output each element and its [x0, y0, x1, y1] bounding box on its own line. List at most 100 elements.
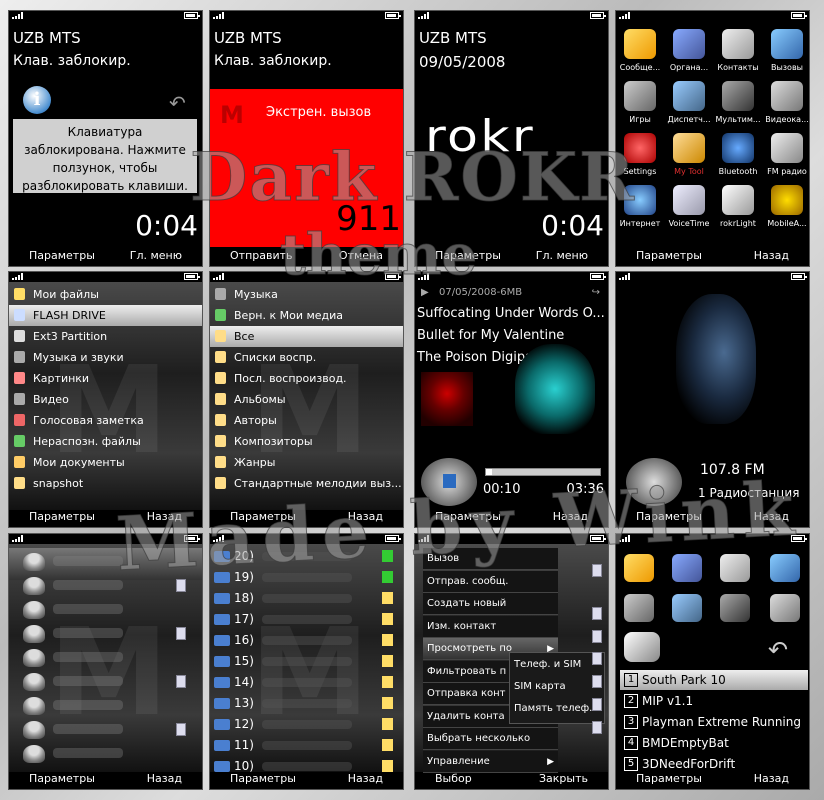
- submenu-item[interactable]: Память телеф.: [511, 698, 601, 720]
- call-row[interactable]: 13): [210, 693, 403, 714]
- status-bar: [9, 11, 202, 20]
- blurred-call-name: [262, 678, 352, 687]
- left-softkey[interactable]: Параметры: [230, 507, 296, 527]
- app-item[interactable]: Органа...: [665, 29, 713, 81]
- call-row[interactable]: 20): [210, 546, 403, 567]
- right-softkey[interactable]: Назад: [147, 507, 182, 527]
- contact-row[interactable]: [9, 550, 202, 574]
- music-list-item[interactable]: Все: [210, 326, 403, 347]
- right-softkey[interactable]: Назад: [553, 507, 588, 527]
- left-softkey[interactable]: Параметры: [435, 507, 501, 527]
- folder-icon: [215, 330, 226, 342]
- app-item[interactable]: FM радио: [763, 133, 809, 185]
- left-softkey[interactable]: Выбор: [435, 769, 472, 789]
- contact-row[interactable]: [9, 598, 202, 622]
- app-item[interactable]: Интернет: [616, 185, 664, 237]
- game-list-item[interactable]: 4 BMDEmptyBat: [620, 733, 808, 753]
- left-softkey[interactable]: Параметры: [636, 769, 702, 789]
- contact-row[interactable]: [9, 718, 202, 742]
- left-softkey[interactable]: Параметры: [435, 246, 501, 266]
- file-list-item[interactable]: Видео: [9, 389, 202, 410]
- contact-row[interactable]: [9, 646, 202, 670]
- call-row[interactable]: 18): [210, 588, 403, 609]
- options-menu-item[interactable]: Вызов: [423, 548, 558, 570]
- music-list-item[interactable]: Посл. воспроизвод.: [210, 368, 403, 389]
- file-list-item[interactable]: Мои файлы: [9, 284, 202, 305]
- submenu-item[interactable]: SIM карта: [511, 676, 601, 698]
- right-softkey[interactable]: Гл. меню: [536, 246, 588, 266]
- right-softkey[interactable]: Назад: [754, 769, 789, 789]
- call-row[interactable]: 11): [210, 735, 403, 756]
- contact-row[interactable]: [9, 622, 202, 646]
- music-list-item[interactable]: Альбомы: [210, 389, 403, 410]
- right-softkey[interactable]: Назад: [348, 769, 383, 789]
- left-softkey[interactable]: Параметры: [230, 769, 296, 789]
- music-list-item[interactable]: Авторы: [210, 410, 403, 431]
- contact-row[interactable]: [9, 694, 202, 718]
- app-item[interactable]: Мультим...: [714, 81, 762, 133]
- app-item[interactable]: Контакты: [714, 29, 762, 81]
- file-list-item[interactable]: snapshot: [9, 473, 202, 494]
- call-row[interactable]: 19): [210, 567, 403, 588]
- game-list-item[interactable]: 1 South Park 10: [620, 670, 808, 690]
- left-softkey[interactable]: Параметры: [29, 246, 95, 266]
- app-item[interactable]: VoiceTime: [665, 185, 713, 237]
- file-list-item[interactable]: Нераспозн. файлы: [9, 431, 202, 452]
- right-softkey[interactable]: Назад: [348, 507, 383, 527]
- call-row[interactable]: 14): [210, 672, 403, 693]
- progress-bar[interactable]: [485, 468, 601, 476]
- options-menu-item[interactable]: Изм. контакт: [423, 615, 558, 638]
- music-list-item[interactable]: Композиторы: [210, 431, 403, 452]
- file-list-item[interactable]: Ext3 Partition: [9, 326, 202, 347]
- right-softkey[interactable]: Назад: [754, 246, 789, 266]
- app-item[interactable]: Settings: [616, 133, 664, 185]
- left-softkey[interactable]: Параметры: [29, 769, 95, 789]
- file-list-item[interactable]: Голосовая заметка: [9, 410, 202, 431]
- app-item[interactable]: Bluetooth: [714, 133, 762, 185]
- right-softkey[interactable]: Закрыть: [539, 769, 588, 789]
- options-menu-item[interactable]: Создать новый: [423, 593, 558, 615]
- call-row[interactable]: 12): [210, 714, 403, 735]
- app-item[interactable]: MobileA...: [763, 185, 809, 237]
- app-item[interactable]: Видеока...: [763, 81, 809, 133]
- music-list-item[interactable]: Стандартные мелодии выз...: [210, 473, 403, 494]
- music-list-item[interactable]: Музыка: [210, 284, 403, 305]
- game-list-item[interactable]: 3 Playman Extreme Running: [620, 712, 808, 732]
- options-menu-item[interactable]: Выбрать несколько: [423, 728, 558, 750]
- submenu-item[interactable]: Телеф. и SIM: [511, 654, 601, 676]
- app-item[interactable]: My Tool: [665, 133, 713, 185]
- options-menu-item[interactable]: Отправ. сообщ.: [423, 570, 558, 593]
- file-list-item[interactable]: Мои документы: [9, 452, 202, 473]
- app-item[interactable]: Сообще...: [616, 29, 664, 81]
- play-pause-icon[interactable]: [443, 474, 456, 488]
- app-item[interactable]: Игры: [616, 81, 664, 133]
- music-list-item[interactable]: Жанры: [210, 452, 403, 473]
- left-softkey[interactable]: Параметры: [29, 507, 95, 527]
- contact-row[interactable]: [9, 574, 202, 598]
- right-softkey[interactable]: Назад: [754, 507, 789, 527]
- left-softkey[interactable]: Отправить: [230, 246, 293, 266]
- left-softkey[interactable]: Параметры: [636, 246, 702, 266]
- app-item[interactable]: rokrLight: [714, 185, 762, 237]
- note-icon: [382, 739, 393, 751]
- right-softkey[interactable]: Отмена: [339, 246, 383, 266]
- contact-row[interactable]: [9, 742, 202, 766]
- music-list-item[interactable]: Верн. к Мои медиа: [210, 305, 403, 326]
- right-softkey[interactable]: Гл. меню: [130, 246, 182, 266]
- file-list-item[interactable]: Картинки: [9, 368, 202, 389]
- music-list-item[interactable]: Списки воспр.: [210, 347, 403, 368]
- sim-card-icon: [176, 627, 186, 640]
- file-list-item[interactable]: FLASH DRIVE: [9, 305, 202, 326]
- left-softkey[interactable]: Параметры: [636, 507, 702, 527]
- call-row[interactable]: 15): [210, 651, 403, 672]
- game-list-item[interactable]: 2 MIP v1.1: [620, 691, 808, 711]
- app-item[interactable]: Диспетч...: [665, 81, 713, 133]
- call-row[interactable]: 16): [210, 630, 403, 651]
- contact-row[interactable]: [9, 670, 202, 694]
- file-list-item[interactable]: Музыка и звуки: [9, 347, 202, 368]
- app-item[interactable]: Вызовы: [763, 29, 809, 81]
- call-row[interactable]: 17): [210, 609, 403, 630]
- right-softkey[interactable]: Назад: [147, 769, 182, 789]
- player-dpad[interactable]: [421, 458, 477, 506]
- radio-dpad[interactable]: [626, 458, 682, 506]
